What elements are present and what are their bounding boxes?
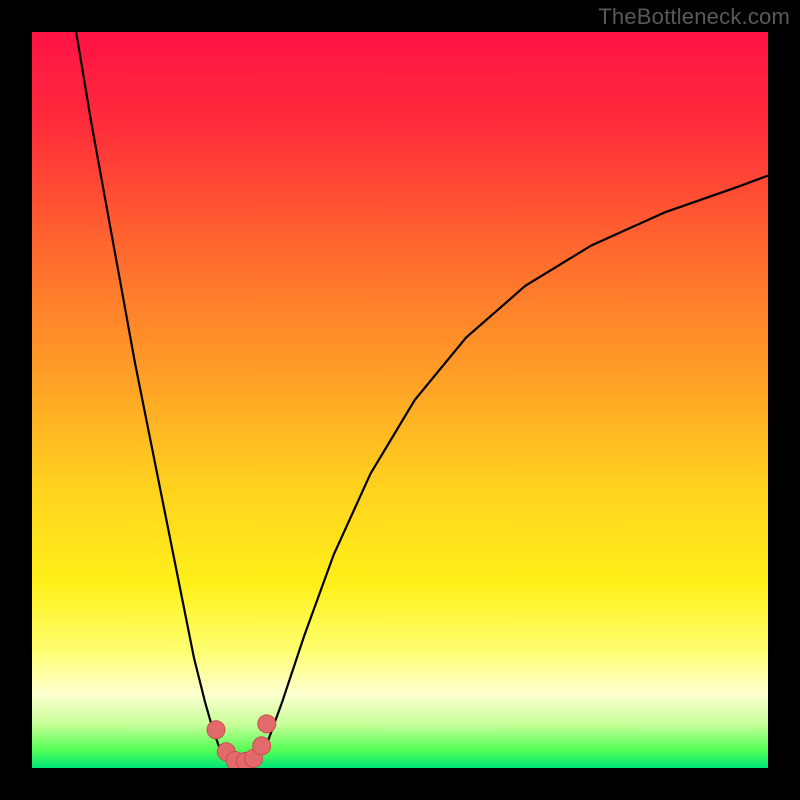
chart-frame: TheBottleneck.com — [0, 0, 800, 800]
plot-svg — [32, 32, 768, 768]
valley-marker — [207, 721, 225, 739]
valley-marker — [253, 737, 271, 755]
valley-marker — [258, 715, 276, 733]
watermark-text: TheBottleneck.com — [598, 4, 790, 30]
plot-area — [32, 32, 768, 768]
